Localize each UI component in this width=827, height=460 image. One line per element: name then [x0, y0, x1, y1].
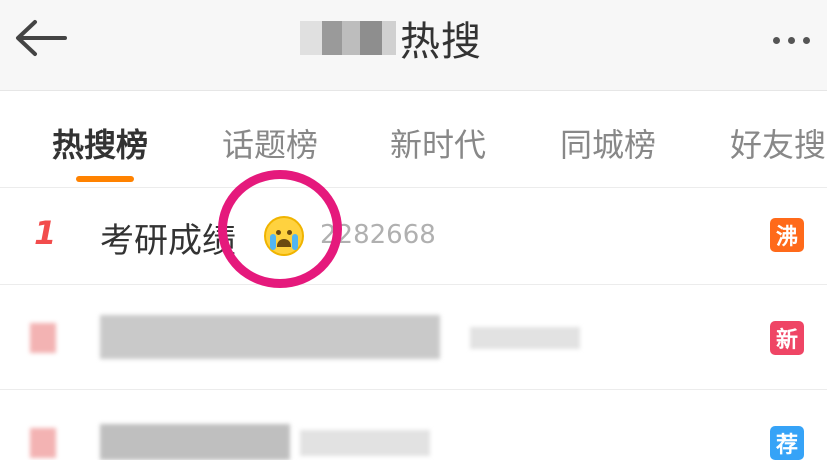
recommend-badge: 荐: [770, 426, 804, 460]
title-text: 热搜: [400, 19, 482, 65]
tab-topics[interactable]: 话题榜: [222, 120, 318, 166]
list-item[interactable]: 新: [0, 285, 827, 390]
rank-number: 1: [34, 214, 57, 252]
top-bar: 热搜: [0, 0, 827, 91]
blurred-count: [300, 430, 430, 456]
tab-friends[interactable]: 好友搜: [730, 120, 826, 166]
back-button[interactable]: [12, 14, 68, 62]
page-title: 热搜: [300, 10, 482, 66]
tab-bar: 热搜榜 话题榜 新时代 同城榜 好友搜: [0, 92, 827, 188]
circle-annotation: [218, 170, 342, 288]
more-dots-icon: [772, 36, 780, 44]
new-badge: 新: [770, 321, 804, 355]
list-item[interactable]: 1 考研成绩 2282668 沸: [0, 188, 827, 285]
more-button[interactable]: [761, 20, 821, 60]
blurred-rank: [30, 323, 56, 353]
arrow-left-icon: [16, 20, 67, 56]
active-tab-indicator: [76, 176, 134, 182]
topic-title: 考研成绩: [100, 221, 236, 261]
blurred-title-prefix: [300, 21, 396, 55]
tab-local[interactable]: 同城榜: [560, 120, 656, 166]
blurred-rank: [30, 428, 56, 458]
hot-badge: 沸: [770, 218, 804, 252]
tab-new-era[interactable]: 新时代: [390, 120, 486, 166]
blurred-count: [470, 327, 580, 349]
blurred-topic: [100, 315, 440, 359]
tab-hot-search[interactable]: 热搜榜: [52, 120, 148, 166]
blurred-topic: [100, 424, 290, 460]
list-item[interactable]: 荐: [0, 390, 827, 460]
